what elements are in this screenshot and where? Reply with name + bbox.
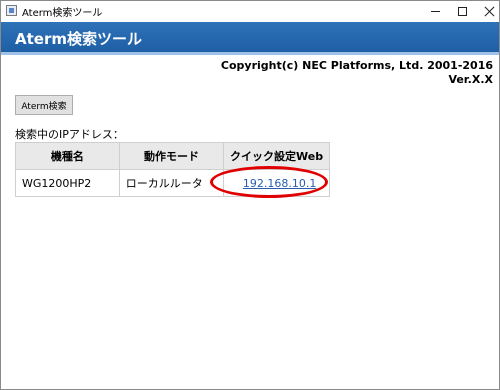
- column-header-mode: 動作モード: [118, 142, 225, 170]
- column-header-model: 機種名: [15, 142, 120, 170]
- app-icon: [6, 5, 17, 16]
- close-icon: [484, 6, 495, 17]
- quick-setup-web-link[interactable]: 192.168.10.1: [243, 177, 316, 190]
- header-title: Aterm検索ツール: [15, 30, 142, 48]
- maximize-icon: [457, 6, 467, 16]
- cell-model: WG1200HP2: [15, 169, 120, 197]
- close-button[interactable]: [471, 1, 500, 21]
- version-text: Ver.X.X: [448, 73, 493, 86]
- aterm-search-button[interactable]: Aterm検索: [15, 95, 73, 115]
- app-window: Aterm検索ツール Aterm検索ツール Copyright(c) NEC P…: [0, 0, 500, 390]
- cell-quick-setup: 192.168.10.1: [223, 169, 330, 197]
- ip-address-label: 検索中のIPアドレス：: [15, 128, 124, 141]
- window-title: Aterm検索ツール: [22, 8, 103, 19]
- table-header-row: 機種名 動作モード クイック設定Web: [15, 142, 330, 170]
- cell-mode: ローカルルータ: [118, 169, 225, 197]
- minimize-icon: [430, 10, 440, 12]
- copyright-text: Copyright(c) NEC Platforms, Ltd. 2001-20…: [220, 59, 493, 72]
- column-header-quick-setup: クイック設定Web: [223, 142, 330, 170]
- title-bar: Aterm検索ツール: [1, 1, 499, 21]
- app-header: Aterm検索ツール: [1, 22, 499, 55]
- table-row: WG1200HP2 ローカルルータ 192.168.10.1: [15, 169, 330, 197]
- results-table: 機種名 動作モード クイック設定Web WG1200HP2 ローカルルータ 19…: [15, 142, 330, 197]
